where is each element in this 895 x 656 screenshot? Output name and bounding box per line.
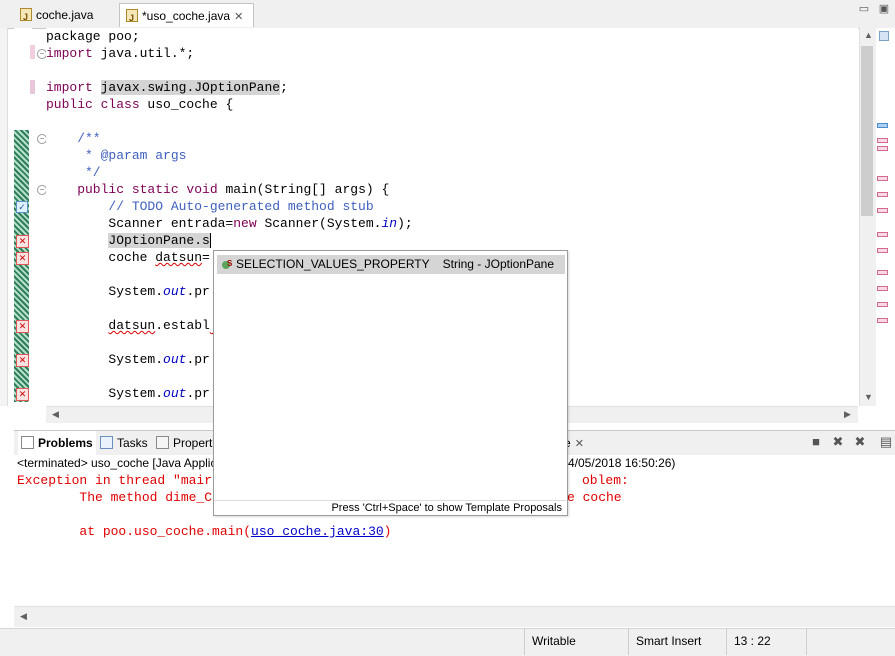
java-file-icon (126, 6, 138, 30)
tasks-icon (100, 436, 113, 449)
overview-marker[interactable] (877, 192, 888, 197)
scroll-right-icon[interactable]: ▶ (844, 409, 851, 420)
tab-problems[interactable]: Problems (18, 431, 96, 455)
minimize-icon[interactable]: ▭ (856, 3, 872, 15)
scroll-left-icon[interactable]: ◀ (52, 409, 59, 420)
scroll-up-icon[interactable]: ▲ (864, 30, 873, 40)
console-horizontal-scrollbar[interactable]: ◀ (14, 606, 895, 627)
code-line-current: JOptionPane.s (108, 233, 211, 248)
error-marker-icon[interactable]: ✕ (16, 388, 29, 401)
tab-properties[interactable]: Propert (156, 431, 212, 455)
content-assist-proposal[interactable]: SELECTION_VALUES_PROPERTYString - JOptio… (217, 254, 565, 274)
overview-marker[interactable] (877, 176, 888, 181)
tab-coche-java[interactable]: coche.java (14, 3, 118, 29)
overview-marker[interactable] (877, 208, 888, 213)
tab-tasks[interactable]: Tasks (100, 431, 148, 455)
code-line: // TODO Auto-generated method stub (46, 199, 374, 214)
error-marker-icon[interactable]: ✕ (16, 320, 29, 333)
overview-marker[interactable] (877, 286, 888, 291)
code-line: System.out.pr (46, 386, 210, 401)
overview-marker[interactable] (877, 232, 888, 237)
editor-tab-bar: coche.java *uso_coche.java✕ ▭ ▣ (0, 0, 895, 30)
code-line: package poo; (46, 29, 140, 44)
tab-uso-coche-java[interactable]: *uso_coche.java✕ (119, 3, 254, 30)
content-assist-footer[interactable]: Press 'Ctrl+Space' to show Template Prop… (214, 500, 566, 515)
remove-all-launches-icon[interactable]: ✖ (852, 434, 868, 450)
code-line: Scanner entrada=new Scanner(System.in); (46, 216, 413, 231)
code-line: public class uso_coche { (46, 97, 234, 112)
problems-icon (21, 436, 34, 449)
left-trim (0, 28, 8, 406)
remove-launch-icon[interactable]: ✖ (830, 434, 846, 450)
console-line: at poo.uso_coche.main(uso_coche.java:30) (17, 524, 392, 539)
overview-marker[interactable] (877, 270, 888, 275)
stack-trace-link[interactable]: uso_coche.java:30 (251, 524, 384, 539)
tab-label: coche.java (36, 8, 94, 22)
code-line: import javax.swing.JOptionPane; (46, 80, 288, 95)
code-line: System.out.pr (46, 284, 210, 299)
change-marker (30, 80, 35, 94)
properties-icon (156, 436, 169, 449)
overview-marker[interactable] (877, 146, 888, 151)
overview-marker[interactable] (877, 138, 888, 143)
status-spacer (806, 628, 895, 655)
maximize-icon[interactable]: ▣ (876, 3, 892, 15)
tab-label: *uso_coche.java (142, 9, 231, 23)
task-marker-icon[interactable]: ✓ (16, 201, 28, 213)
error-marker-icon[interactable]: ✕ (16, 354, 29, 367)
status-writable: Writable (524, 628, 628, 655)
overview-marker[interactable] (877, 123, 888, 128)
code-line: /** (46, 131, 101, 146)
overview-ruler[interactable] (876, 28, 895, 406)
scroll-down-icon[interactable]: ▼ (864, 392, 873, 402)
status-insert-mode: Smart Insert (628, 628, 726, 655)
overview-marker[interactable] (877, 302, 888, 307)
code-line: public static void main(String[] args) { (46, 182, 390, 197)
scrollbar-thumb[interactable] (861, 46, 873, 216)
code-line: * @param args (46, 148, 187, 163)
console-line: The method dime_C e coche (17, 490, 622, 505)
code-line: */ (46, 165, 101, 180)
overview-marker[interactable] (877, 248, 888, 253)
overview-marker[interactable] (877, 318, 888, 323)
overview-status-icon (879, 31, 889, 41)
status-cursor-position: 13 : 22 (726, 628, 806, 655)
close-icon[interactable]: ✕ (575, 438, 584, 450)
code-line: System.out.pr (46, 352, 210, 367)
static-field-icon (221, 254, 233, 273)
code-line: import java.util.*; (46, 46, 195, 61)
change-marker (30, 45, 35, 59)
content-assist-popup (213, 250, 568, 516)
scroll-left-icon[interactable]: ◀ (20, 611, 27, 622)
error-marker-icon[interactable]: ✕ (16, 252, 29, 265)
close-icon[interactable]: ✕ (234, 11, 243, 23)
java-file-icon (20, 5, 32, 29)
console-line: Exception in thread "mair oblem: (17, 473, 629, 488)
clear-console-icon[interactable]: ▤ (878, 434, 894, 450)
error-marker-icon[interactable]: ✕ (16, 235, 29, 248)
terminate-icon[interactable]: ■ (808, 434, 824, 450)
